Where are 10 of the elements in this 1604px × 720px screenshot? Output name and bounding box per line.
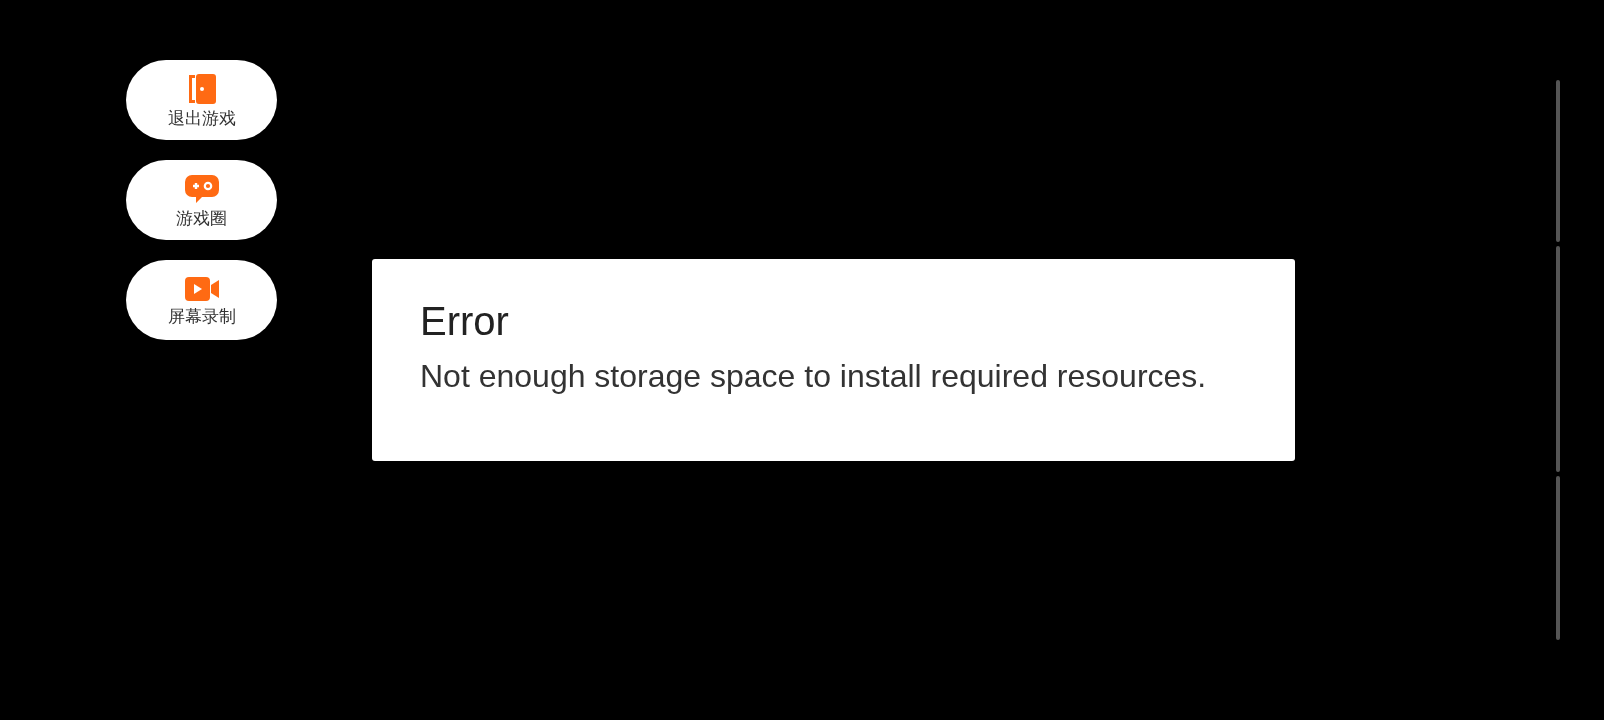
menu-button[interactable]: 游戏圈	[126, 160, 277, 240]
menu-button[interactable]: 屏幕录制	[126, 260, 277, 340]
edge-handle[interactable]	[1556, 476, 1560, 640]
dialog-title: Error	[420, 299, 510, 343]
menu-button[interactable]: 退出游戏	[126, 60, 277, 140]
video-camera-icon	[183, 274, 220, 303]
error-message: Not enough storage space to install required resources.	[420, 357, 1208, 396]
gamepad-icon	[183, 172, 220, 205]
edge-handle[interactable]	[1556, 246, 1560, 472]
edge-handle[interactable]	[1556, 80, 1560, 242]
